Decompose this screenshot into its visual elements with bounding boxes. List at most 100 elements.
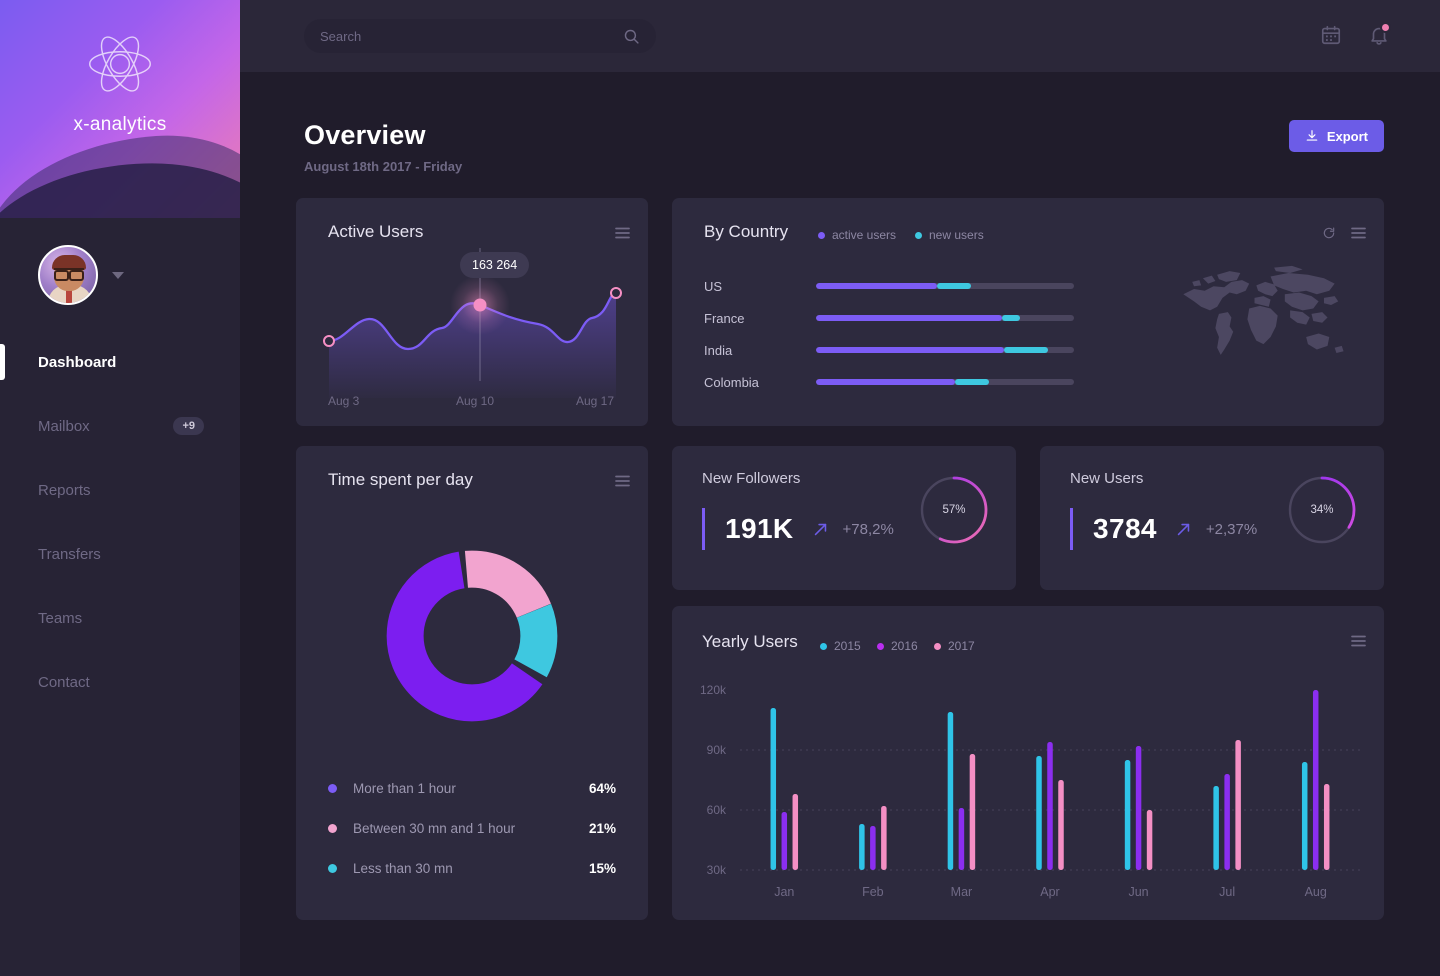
new-users-bar — [1004, 347, 1049, 353]
new-followers-value: 191K — [725, 513, 794, 544]
calendar-icon[interactable] — [1320, 24, 1342, 46]
legend-dot — [328, 863, 337, 873]
legend-label: Between 30 mn and 1 hour — [353, 820, 516, 836]
yearly-users-barchart: 30k 60k 90k 120k Jan Feb Mar Apr Jun Jul Aug — [700, 683, 1360, 899]
legend-item: Less than 30 mn 15% — [328, 848, 616, 888]
legend-dot — [915, 231, 922, 239]
new-users-bar — [955, 379, 989, 385]
profile-menu[interactable] — [38, 245, 124, 305]
sidebar-item-transfers[interactable]: Transfers — [0, 522, 240, 586]
arrow-up-right-icon — [814, 523, 826, 535]
active-users-bar — [816, 283, 938, 289]
country-row: US — [704, 270, 1074, 302]
sidebar-item-dashboard[interactable]: Dashboard — [0, 330, 240, 394]
sidebar-item-label: Teams — [38, 609, 83, 627]
notification-dot — [1380, 22, 1391, 33]
hamburger-icon[interactable] — [1351, 634, 1366, 652]
legend-active-users: active users — [818, 228, 896, 242]
bar-Aug-2016 — [1312, 690, 1319, 870]
sidebar-item-label: Transfers — [38, 545, 101, 563]
search-icon[interactable] — [623, 28, 640, 45]
hamburger-icon[interactable] — [615, 474, 630, 492]
legend-label: 2015 — [834, 639, 861, 653]
country-bar-track — [816, 315, 1074, 321]
bar-Jul-2015 — [1213, 786, 1219, 870]
x-axis-tick: Aug — [1305, 885, 1327, 899]
bar-Feb-2016 — [870, 826, 876, 870]
legend-label: active users — [832, 228, 897, 242]
country-label: France — [704, 310, 745, 326]
atom-icon — [89, 36, 151, 92]
refresh-icon[interactable] — [1322, 226, 1336, 245]
time-spent-title: Time spent per day — [328, 470, 473, 489]
arrow-up-right-icon — [1177, 523, 1190, 535]
brand-name: x-analytics — [73, 114, 167, 135]
search-box[interactable] — [304, 19, 656, 53]
bar-Jan-2017 — [792, 794, 799, 870]
new-users-title: New Users — [1070, 470, 1144, 487]
legend-label: 2016 — [891, 639, 918, 653]
yearly-users-card: Yearly Users 2015 2016 2017 30k 60k 90k 120… — [672, 606, 1384, 920]
hamburger-icon[interactable] — [1351, 226, 1366, 244]
export-label: Export — [1326, 128, 1368, 144]
country-label: India — [704, 342, 733, 358]
hamburger-icon[interactable] — [615, 226, 630, 244]
country-row: France — [704, 302, 1074, 334]
export-button[interactable]: Export — [1288, 120, 1384, 152]
avatar[interactable] — [38, 245, 98, 305]
sidebar-item-label: Mailbox — [38, 417, 90, 435]
bar-Aug-2017 — [1323, 784, 1330, 870]
accent-bar — [1070, 508, 1073, 550]
legend-label: Less than 30 mn — [353, 860, 453, 876]
sidebar-item-teams[interactable]: Teams — [0, 586, 240, 650]
chevron-down-icon[interactable] — [112, 271, 124, 279]
legend-2017: 2017 — [934, 639, 975, 653]
legend-label: More than 1 hour — [353, 780, 456, 796]
bar-Mar-2015 — [947, 712, 954, 870]
bar-Jan-2015 — [770, 708, 777, 870]
bar-Apr-2017 — [1058, 780, 1064, 870]
sidebar-nav: Dashboard Mailbox +9 Reports Transfers T… — [0, 330, 240, 714]
new-followers-stat: 191K +78,2% — [702, 508, 894, 550]
bar-Mar-2016 — [958, 808, 965, 870]
sidebar-item-reports[interactable]: Reports — [0, 458, 240, 522]
bar-Jul-2016 — [1224, 774, 1230, 870]
bar-Aug-2015 — [1301, 762, 1308, 870]
world-map — [1178, 254, 1356, 372]
x-axis-tick: Feb — [862, 885, 884, 899]
new-users-ring-label: 34% — [1310, 504, 1334, 516]
bar-Jun-2015 — [1124, 760, 1131, 870]
sidebar-item-contact[interactable]: Contact — [0, 650, 240, 714]
yearly-users-title: Yearly Users — [702, 632, 798, 651]
sidebar-item-label: Reports — [38, 481, 91, 499]
legend-value: 21% — [588, 820, 616, 836]
search-input[interactable] — [320, 28, 623, 44]
legend-2015: 2015 — [820, 639, 861, 653]
bell-icon[interactable] — [1368, 22, 1391, 46]
axis-tick: Aug 3 — [328, 394, 360, 408]
new-users-card: New Users 3784 +2,37% 34% — [1040, 446, 1384, 590]
time-spent-donut — [386, 550, 558, 722]
country-label: US — [704, 278, 723, 294]
active-users-tooltip: 163 264 — [460, 252, 530, 278]
bar-Apr-2016 — [1047, 742, 1053, 870]
country-bars-list: US France India Colombia — [704, 270, 1074, 398]
x-axis-tick: Apr — [1040, 885, 1059, 899]
legend-value: 64% — [588, 780, 616, 796]
new-users-delta: +2,37% — [1205, 520, 1258, 538]
page-date: August 18th 2017 - Friday — [304, 159, 463, 174]
country-bar-track — [816, 379, 1074, 385]
legend-dot — [820, 642, 827, 650]
active-users-bar — [816, 315, 1002, 321]
country-bar-track — [816, 283, 1074, 289]
legend-label: 2017 — [948, 639, 975, 653]
new-followers-card: New Followers 191K +78,2% 57% — [672, 446, 1016, 590]
legend-label: new users — [929, 228, 984, 242]
legend-dot — [328, 783, 337, 793]
time-spent-card: Time spent per day More than 1 hour 64% — [296, 446, 648, 920]
bar-Apr-2015 — [1036, 756, 1042, 870]
y-axis-tick: 60k — [707, 803, 727, 817]
sidebar-item-mailbox[interactable]: Mailbox +9 — [0, 394, 240, 458]
new-followers-delta: +78,2% — [842, 520, 894, 538]
by-country-title: By Country — [704, 222, 789, 241]
